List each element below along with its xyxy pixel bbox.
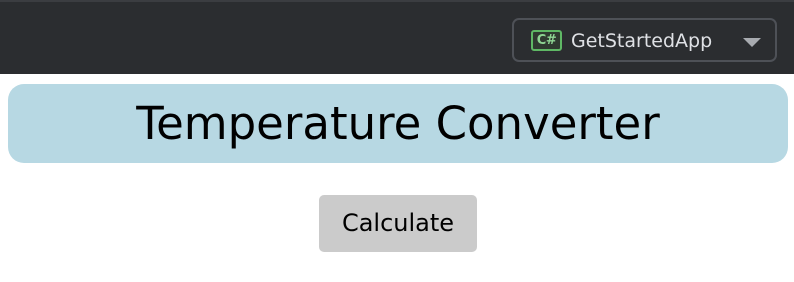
triangle-down-icon[interactable] xyxy=(743,38,761,47)
csharp-project-icon: C# xyxy=(531,30,562,51)
title-banner: Temperature Converter xyxy=(8,84,788,163)
run-configuration-selector[interactable]: C# GetStartedApp xyxy=(512,18,777,62)
run-configuration-label: GetStartedApp xyxy=(571,30,713,52)
calculate-button[interactable]: Calculate xyxy=(319,195,477,252)
ide-toolbar: C# GetStartedApp xyxy=(0,0,794,74)
page-title: Temperature Converter xyxy=(136,96,660,150)
